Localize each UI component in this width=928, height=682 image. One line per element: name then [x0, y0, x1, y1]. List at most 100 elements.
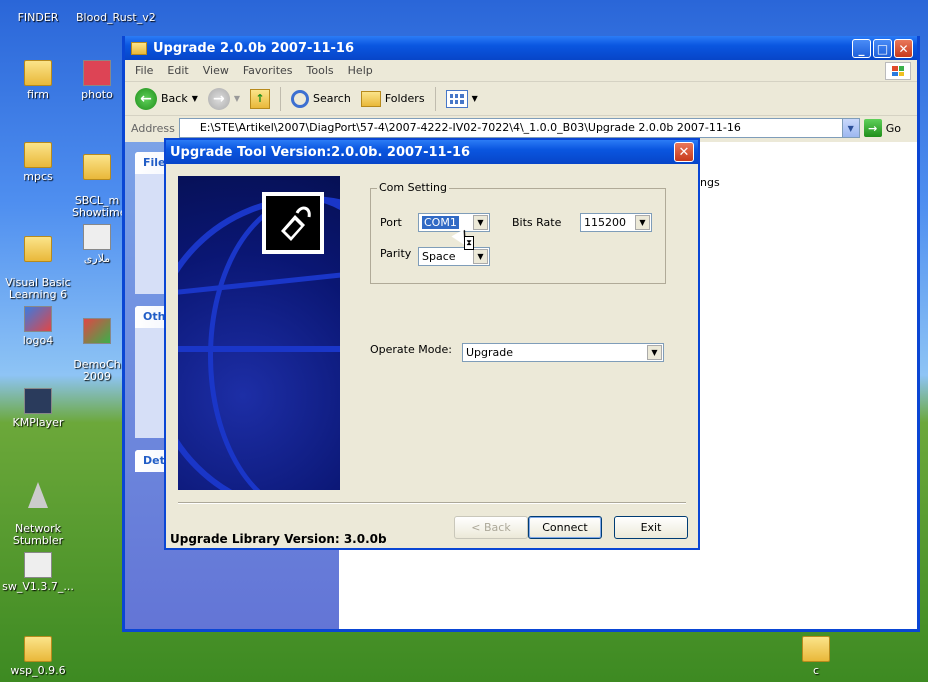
desktop-icon-label: logo4 [22, 334, 54, 347]
desktop-icon-label: Blood_Rust_v2 [76, 11, 156, 24]
desktop-icon-mpcs[interactable]: mpcs [0, 142, 76, 183]
address-value: E:\STE\Artikel\2007\DiagPort\57-4\2007-4… [199, 121, 741, 134]
menu-edit[interactable]: Edit [167, 64, 188, 77]
address-field[interactable]: E:\STE\Artikel\2007\DiagPort\57-4\2007-4… [178, 118, 860, 138]
chevron-down-icon[interactable]: ▼ [635, 215, 650, 230]
up-folder-button[interactable]: ↑ [250, 88, 271, 109]
port-value: COM1 [422, 216, 459, 229]
desktop-icon-label: ملاری [83, 252, 111, 265]
operate-mode-select[interactable]: Upgrade ▼ [462, 343, 664, 362]
chevron-down-icon[interactable]: ▼ [647, 345, 662, 360]
desktop-icon-network-stumbler[interactable]: Network Stumbler [0, 470, 76, 559]
folder-icon [802, 636, 830, 662]
bits-rate-select[interactable]: 115200 ▼ [580, 213, 652, 232]
chevron-down-icon: ▼ [233, 94, 241, 103]
back-button[interactable]: < Back [454, 516, 528, 539]
shortcut-icon [83, 318, 111, 344]
search-label: Search [313, 92, 351, 105]
banner-image [178, 176, 340, 490]
chevron-down-icon[interactable]: ▼ [473, 249, 488, 264]
folder-icon [24, 60, 52, 86]
folders-button[interactable]: Folders [360, 90, 425, 107]
up-folder-icon: ↑ [250, 88, 271, 109]
search-button[interactable]: Search [291, 89, 351, 108]
image-file-icon [83, 60, 111, 86]
views-icon [445, 89, 468, 108]
com-setting-group: Com Setting [370, 181, 666, 284]
views-button[interactable]: ▼ [445, 89, 478, 108]
port-select[interactable]: COM1 ▼ [418, 213, 490, 232]
close-button[interactable]: ✕ [894, 39, 913, 58]
menu-favorites[interactable]: Favorites [243, 64, 293, 77]
com-setting-legend: Com Setting [377, 181, 450, 194]
go-button[interactable]: → Go [863, 119, 917, 137]
folder-icon [24, 236, 52, 262]
explorer-title: Upgrade 2.0.0b 2007-11-16 [153, 40, 354, 56]
dialog-divider [178, 502, 686, 504]
desktop-icon-label: Network Stumbler [12, 522, 64, 547]
windows-logo-icon [885, 62, 911, 80]
desktop-icon-finder[interactable]: FINDER [0, 0, 76, 24]
library-version-label: Upgrade Library Version: 3.0.0b [170, 532, 387, 546]
desktop-icon-kmplayer[interactable]: KMPlayer [0, 388, 76, 429]
folder-icon [131, 41, 147, 55]
desktop-icon-firm[interactable]: firm [0, 60, 76, 101]
explorer-toolbar: ← Back ▼ → ▼ ↑ Search Folders ▼ [125, 82, 917, 116]
chevron-down-icon[interactable]: ▼ [473, 215, 488, 230]
desktop-icon-wsp[interactable]: wsp_0.9.6 [0, 636, 76, 677]
forward-button[interactable]: → ▼ [207, 87, 241, 110]
desktop-icon-label: SBCL_m Showtime [72, 194, 122, 219]
desktop-icon-label: DemoCh 2009 [73, 358, 121, 383]
parity-select[interactable]: Space ▼ [418, 247, 490, 266]
upgrade-tool-dialog: Upgrade Tool Version:2.0.0b. 2007-11-16 … [164, 138, 700, 550]
back-label: Back [161, 92, 188, 105]
desktop-icon-arabic[interactable]: ملاری [72, 224, 122, 265]
menu-file[interactable]: File [135, 64, 153, 77]
application-icon [24, 552, 52, 578]
folder-icon [83, 154, 111, 180]
dialog-title-bar[interactable]: Upgrade Tool Version:2.0.0b. 2007-11-16 … [166, 140, 698, 164]
address-label: Address [131, 121, 175, 135]
file-list-text: ings [697, 176, 720, 189]
desktop-icon-label: mpcs [23, 170, 53, 183]
forward-arrow-icon: → [207, 87, 230, 110]
search-icon [291, 89, 310, 108]
desktop-icon-logo4[interactable]: logo4 [0, 306, 76, 347]
operate-mode-value: Upgrade [466, 346, 514, 359]
chevron-down-icon[interactable]: ▼ [841, 119, 859, 137]
image-file-icon [24, 306, 52, 332]
go-label: Go [885, 121, 901, 135]
dialog-title: Upgrade Tool Version:2.0.0b. 2007-11-16 [170, 144, 471, 160]
menu-view[interactable]: View [203, 64, 229, 77]
toolbar-separator [280, 86, 282, 111]
desktop-icon-label: wsp_0.9.6 [10, 664, 66, 677]
desktop-icon-sbcl[interactable]: SBCL_m Showtime [72, 142, 122, 231]
desktop-icon-democh[interactable]: DemoCh 2009 [72, 306, 122, 395]
maximize-button[interactable]: □ [873, 39, 892, 58]
operate-mode-label: Operate Mode: [370, 343, 452, 356]
folders-icon [360, 90, 381, 107]
connect-button[interactable]: Connect [528, 516, 602, 539]
desktop-icon-label: sw_V1.3.7_... [2, 580, 74, 593]
back-button[interactable]: ← Back ▼ [135, 87, 198, 110]
antenna-icon [28, 482, 48, 508]
folder-icon [24, 142, 52, 168]
desktop-icon-sw[interactable]: sw_V1.3.7_... [0, 552, 76, 593]
exit-button[interactable]: Exit [614, 516, 688, 539]
kmplayer-icon [24, 388, 52, 414]
desktop-icon-label: FINDER [17, 11, 59, 24]
desktop-icon-label: firm [27, 88, 49, 101]
desktop-icon-photo[interactable]: photo [72, 60, 122, 101]
desktop-icon-visual-basic[interactable]: Visual Basic Learning 6 [0, 224, 76, 313]
desktop-icon-blood-rust[interactable]: Blood_Rust_v2 [76, 0, 156, 24]
desktop-icon-label: KMPlayer [12, 416, 64, 429]
dialog-close-button[interactable]: ✕ [674, 142, 694, 162]
menu-tools[interactable]: Tools [307, 64, 334, 77]
toolbar-separator [434, 86, 436, 111]
parity-label: Parity [380, 247, 412, 260]
minimize-button[interactable]: _ [852, 39, 871, 58]
menu-help[interactable]: Help [348, 64, 373, 77]
desktop-icon-c[interactable]: c [778, 636, 854, 677]
connector-logo-icon [262, 192, 324, 254]
explorer-title-bar[interactable]: Upgrade 2.0.0b 2007-11-16 _ □ ✕ [125, 36, 917, 60]
